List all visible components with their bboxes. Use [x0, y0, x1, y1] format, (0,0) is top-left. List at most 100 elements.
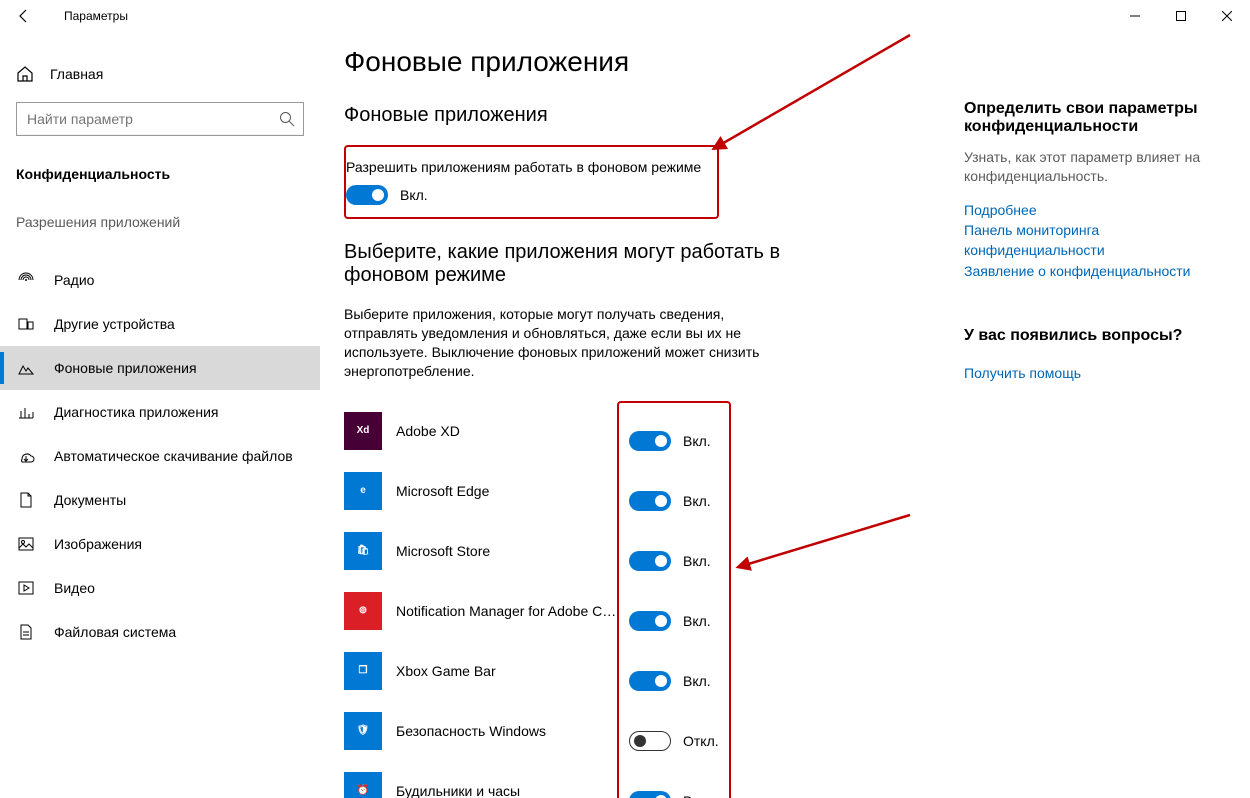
minimize-button[interactable]: [1112, 0, 1158, 32]
nav-icon: [16, 403, 36, 421]
app-toggle-state: Откл.: [683, 733, 719, 749]
apps-toggle-box: Вкл. Вкл. Вкл. Вкл. Вкл. Откл. Вкл.: [617, 401, 731, 798]
nav-label: Видео: [54, 580, 95, 596]
nav-label: Автоматическое скачивание файлов: [54, 448, 293, 464]
nav-icon: [16, 359, 36, 377]
app-name: Adobe XD: [382, 423, 617, 439]
master-toggle-label: Разрешить приложениям работать в фоновом…: [346, 159, 701, 175]
app-toggle[interactable]: [629, 431, 671, 451]
app-icon: e: [344, 472, 382, 510]
nav-label: Радио: [54, 272, 94, 288]
titlebar: Параметры: [0, 0, 1250, 32]
app-toggle[interactable]: [629, 551, 671, 571]
app-name: Xbox Game Bar: [382, 663, 617, 679]
app-toggle-row: Вкл.: [629, 531, 719, 591]
sidebar: Главная Конфиденциальность Разрешения пр…: [0, 32, 320, 798]
search-icon: [279, 111, 295, 127]
right-panel: Определить свои параметры конфиденциальн…: [964, 46, 1224, 798]
app-toggle[interactable]: [629, 671, 671, 691]
master-toggle-box: Разрешить приложениям работать в фоновом…: [344, 145, 719, 219]
search-input[interactable]: [27, 111, 279, 127]
app-toggle[interactable]: [629, 731, 671, 751]
nav-icon: [16, 447, 36, 465]
app-toggle-row: Вкл.: [629, 771, 719, 798]
apps-description: Выберите приложения, которые могут получ…: [344, 305, 774, 381]
help-link[interactable]: Получить помощь: [964, 363, 1224, 383]
app-name: Microsoft Edge: [382, 483, 617, 499]
app-row: ❐Xbox Game Bar: [344, 641, 617, 701]
app-toggle-state: Вкл.: [683, 493, 711, 509]
app-icon: Xd: [344, 412, 382, 450]
sidebar-item[interactable]: Автоматическое скачивание файлов: [0, 434, 320, 478]
app-name: Безопасность Windows: [382, 723, 617, 739]
nav-icon: [16, 271, 36, 289]
app-toggle[interactable]: [629, 491, 671, 511]
sidebar-item[interactable]: Документы: [0, 478, 320, 522]
sidebar-item[interactable]: Изображения: [0, 522, 320, 566]
nav-icon: [16, 535, 36, 553]
maximize-button[interactable]: [1158, 0, 1204, 32]
app-toggle[interactable]: [629, 611, 671, 631]
sidebar-item[interactable]: Диагностика приложения: [0, 390, 320, 434]
app-row: ⏰Будильники и часы: [344, 761, 617, 798]
sidebar-item[interactable]: Видео: [0, 566, 320, 610]
app-icon: ❐: [344, 652, 382, 690]
arrow-left-icon: [16, 8, 32, 24]
nav-label: Изображения: [54, 536, 142, 552]
nav-label: Фоновые приложения: [54, 360, 197, 376]
home-label: Главная: [50, 66, 103, 82]
sidebar-item[interactable]: Радио: [0, 258, 320, 302]
close-button[interactable]: [1204, 0, 1250, 32]
right-sub-1: Узнать, как этот параметр влияет на конф…: [964, 148, 1224, 186]
window-title: Параметры: [48, 9, 128, 23]
info-link[interactable]: Панель мониторинга конфиденциальности: [964, 220, 1224, 261]
app-toggle-state: Вкл.: [683, 553, 711, 569]
nav-label: Документы: [54, 492, 126, 508]
app-name: Будильники и часы: [382, 783, 617, 798]
sidebar-item[interactable]: Файловая система: [0, 610, 320, 654]
nav-label: Диагностика приложения: [54, 404, 218, 420]
app-toggle-row: Вкл.: [629, 651, 719, 711]
app-row: eMicrosoft Edge: [344, 461, 617, 521]
info-link[interactable]: Подробнее: [964, 200, 1224, 220]
nav-icon: [16, 315, 36, 333]
app-name: Notification Manager for Adobe Cre…: [382, 603, 617, 619]
window-controls: [1112, 0, 1250, 32]
section-heading-apps: Выберите, какие приложения могут работат…: [344, 241, 784, 287]
app-icon: ⏰: [344, 772, 382, 798]
master-toggle-state: Вкл.: [400, 187, 428, 203]
page-title: Фоновые приложения: [344, 46, 964, 78]
app-icon: 🛍: [344, 532, 382, 570]
app-toggle-state: Вкл.: [683, 673, 711, 689]
section-heading-master: Фоновые приложения: [344, 104, 964, 127]
app-toggle[interactable]: [629, 791, 671, 798]
app-icon: ⊚: [344, 592, 382, 630]
app-name: Microsoft Store: [382, 543, 617, 559]
content: Фоновые приложения Фоновые приложения Ра…: [320, 32, 1250, 798]
app-icon: 🛡: [344, 712, 382, 750]
search-input-wrap[interactable]: [16, 102, 304, 136]
home-button[interactable]: Главная: [0, 54, 320, 94]
app-toggle-row: Вкл.: [629, 411, 719, 471]
back-button[interactable]: [0, 0, 48, 32]
info-link[interactable]: Заявление о конфиденциальности: [964, 261, 1224, 281]
nav-label: Другие устройства: [54, 316, 175, 332]
app-toggle-state: Вкл.: [683, 613, 711, 629]
app-row: 🛡Безопасность Windows: [344, 701, 617, 761]
app-toggle-state: Вкл.: [683, 433, 711, 449]
app-row: XdAdobe XD: [344, 401, 617, 461]
sidebar-item[interactable]: Фоновые приложения: [0, 346, 320, 390]
app-toggle-state: Вкл.: [683, 793, 711, 798]
app-toggle-row: Откл.: [629, 711, 719, 771]
app-row: ⊚Notification Manager for Adobe Cre…: [344, 581, 617, 641]
sidebar-item[interactable]: Другие устройства: [0, 302, 320, 346]
home-icon: [16, 65, 34, 83]
app-row: 🛍Microsoft Store: [344, 521, 617, 581]
section-title: Конфиденциальность: [0, 156, 320, 200]
app-toggle-row: Вкл.: [629, 591, 719, 651]
master-toggle[interactable]: [346, 185, 388, 205]
nav-icon: [16, 491, 36, 509]
category-label: Разрешения приложений: [0, 200, 320, 230]
nav-icon: [16, 579, 36, 597]
nav-label: Файловая система: [54, 624, 176, 640]
